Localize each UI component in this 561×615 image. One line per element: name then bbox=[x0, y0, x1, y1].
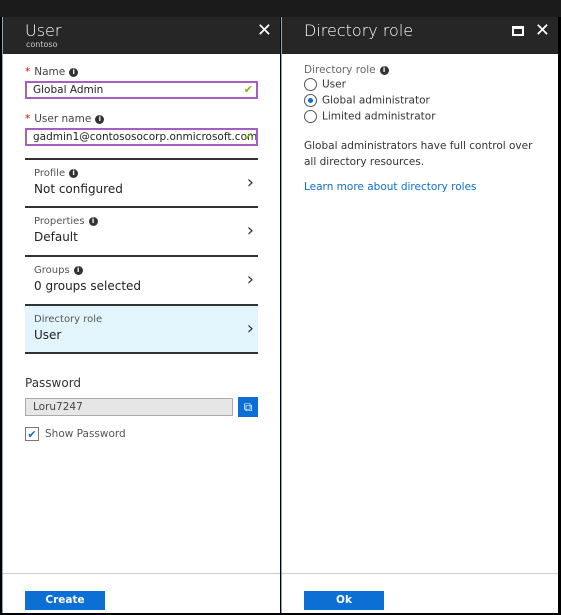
info-icon: i bbox=[69, 67, 79, 77]
directory-role-blade: Directory role ✕ Directory role i User Gl… bbox=[281, 17, 558, 613]
groups-row[interactable]: Groups i 0 groups selected › bbox=[25, 255, 258, 303]
close-icon[interactable]: ✕ bbox=[535, 20, 550, 41]
info-icon: i bbox=[95, 114, 105, 124]
info-icon: i bbox=[69, 168, 79, 178]
properties-row[interactable]: Properties i Default › bbox=[25, 206, 258, 254]
name-input[interactable]: Global Admin ✔ bbox=[25, 81, 258, 99]
username-label: * User name i bbox=[25, 113, 105, 125]
radio-selected-icon bbox=[304, 94, 317, 107]
checkbox-icon: ✔ bbox=[25, 427, 39, 441]
radio-user[interactable]: User bbox=[304, 78, 346, 91]
name-label: * Name i bbox=[25, 66, 79, 78]
blade-header: User contoso ✕ bbox=[3, 17, 280, 54]
directory-role-row[interactable]: Directory role User › bbox=[25, 304, 258, 354]
maximize-icon[interactable] bbox=[512, 26, 524, 36]
learn-more-link[interactable]: Learn more about directory roles bbox=[304, 181, 477, 193]
top-strip bbox=[0, 0, 561, 17]
row-value: Not configured bbox=[34, 182, 123, 196]
checkmark-icon: ✔ bbox=[243, 83, 253, 96]
password-label: Password bbox=[25, 376, 82, 390]
create-button[interactable]: Create bbox=[25, 591, 105, 610]
blade-title: User bbox=[25, 21, 62, 40]
blade-subtitle: contoso bbox=[26, 40, 58, 49]
user-blade: User contoso ✕ * Name i Global Admin ✔ * Use… bbox=[2, 17, 280, 613]
checkmark-icon: ✔ bbox=[243, 130, 253, 143]
row-label: Directory role bbox=[34, 314, 103, 325]
radio-global-administrator[interactable]: Global administrator bbox=[304, 94, 430, 107]
profile-row[interactable]: Profile i Not configured › bbox=[25, 158, 258, 206]
row-value: 0 groups selected bbox=[34, 279, 142, 293]
copy-button[interactable]: ⧉ bbox=[238, 397, 258, 417]
radio-icon bbox=[304, 110, 317, 123]
row-value: Default bbox=[34, 230, 78, 244]
role-description: Global administrators have full control … bbox=[304, 140, 533, 168]
chevron-right-icon: › bbox=[246, 318, 254, 339]
footer-divider bbox=[282, 573, 558, 574]
copy-icon: ⧉ bbox=[243, 400, 253, 414]
username-input[interactable]: gadmin1@contososocorp.onmicrosoft.com ✔ bbox=[25, 128, 258, 146]
footer-divider bbox=[3, 573, 280, 574]
show-password-checkbox[interactable]: ✔ Show Password bbox=[25, 427, 126, 441]
chevron-right-icon: › bbox=[246, 172, 254, 193]
info-icon: i bbox=[73, 265, 83, 275]
blade-title: Directory role bbox=[304, 21, 414, 40]
password-input[interactable]: Loru7247 bbox=[25, 398, 233, 416]
radio-limited-administrator[interactable]: Limited administrator bbox=[304, 110, 436, 123]
info-icon: i bbox=[379, 65, 389, 75]
chevron-right-icon: › bbox=[246, 220, 254, 241]
blade-header: Directory role ✕ bbox=[282, 17, 558, 54]
directory-role-label: Directory role i bbox=[304, 64, 389, 76]
chevron-right-icon: › bbox=[246, 269, 254, 290]
close-icon[interactable]: ✕ bbox=[257, 20, 272, 41]
radio-icon bbox=[304, 78, 317, 91]
info-icon: i bbox=[88, 216, 98, 226]
row-value: User bbox=[34, 328, 62, 342]
ok-button[interactable]: Ok bbox=[304, 591, 384, 610]
